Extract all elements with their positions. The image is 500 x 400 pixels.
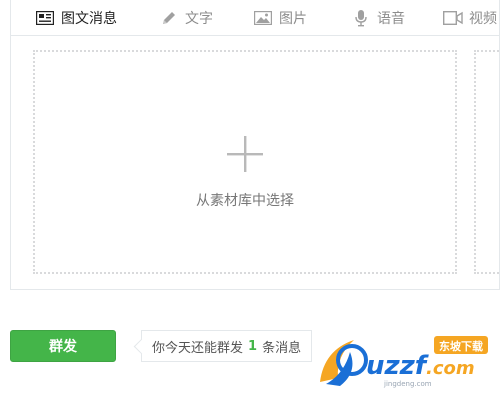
mass-send-page: 图文消息 文字 图片 语音 视频 从素材库中选择 群发 你今天还能群发 1 条消… xyxy=(0,0,500,400)
tab-image-label: 图片 xyxy=(279,10,307,27)
message-type-tabs: 图文消息 文字 图片 语音 视频 xyxy=(10,0,500,36)
tab-image[interactable]: 图片 xyxy=(253,0,307,35)
quota-count: 1 xyxy=(248,338,258,354)
message-editor-area: 从素材库中选择 xyxy=(10,36,500,290)
tab-voice-label: 语音 xyxy=(377,10,405,27)
select-from-library-box[interactable]: 从素材库中选择 xyxy=(33,50,457,274)
quota-suffix: 条消息 xyxy=(262,340,302,356)
tab-video[interactable]: 视频 xyxy=(443,0,497,35)
pencil-icon xyxy=(159,8,179,28)
svg-text:.com: .com xyxy=(426,358,475,379)
tab-voice[interactable]: 语音 xyxy=(351,0,405,35)
send-quota-notice: 你今天还能群发 1 条消息 xyxy=(141,330,313,362)
uzzf-watermark-logo: uzzf .com 东坡下载 jingdeng.com xyxy=(320,336,488,388)
select-from-library-label: 从素材库中选择 xyxy=(196,193,294,209)
svg-text:jingdeng.com: jingdeng.com xyxy=(383,380,432,388)
tab-text[interactable]: 文字 xyxy=(159,0,213,35)
image-icon xyxy=(253,8,273,28)
svg-text:东坡下载: 东坡下载 xyxy=(439,339,483,353)
quota-prefix: 你今天还能群发 xyxy=(152,340,244,356)
video-icon xyxy=(443,8,463,28)
plus-icon xyxy=(227,136,263,172)
mass-send-label: 群发 xyxy=(49,339,77,355)
tab-video-label: 视频 xyxy=(469,10,497,27)
news-icon xyxy=(35,8,55,28)
svg-text:uzzf: uzzf xyxy=(366,351,430,381)
tab-text-label: 文字 xyxy=(185,10,213,27)
secondary-picker-box[interactable] xyxy=(474,50,500,274)
tab-news[interactable]: 图文消息 xyxy=(35,0,117,35)
tab-news-label: 图文消息 xyxy=(61,10,117,27)
mass-send-button[interactable]: 群发 xyxy=(10,330,116,362)
microphone-icon xyxy=(351,8,371,28)
